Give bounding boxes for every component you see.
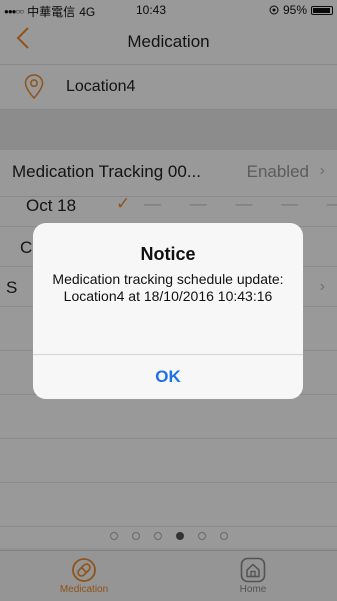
ok-button[interactable]: OK (33, 354, 303, 399)
alert-message: Medication tracking schedule update: Loc… (52, 271, 284, 304)
notice-alert: Notice Medication tracking schedule upda… (33, 223, 303, 399)
alert-title: Notice (140, 244, 196, 264)
app-screen: ●●●○○ 中華電信 4G 10:43 95% Medication Locat… (0, 0, 337, 601)
